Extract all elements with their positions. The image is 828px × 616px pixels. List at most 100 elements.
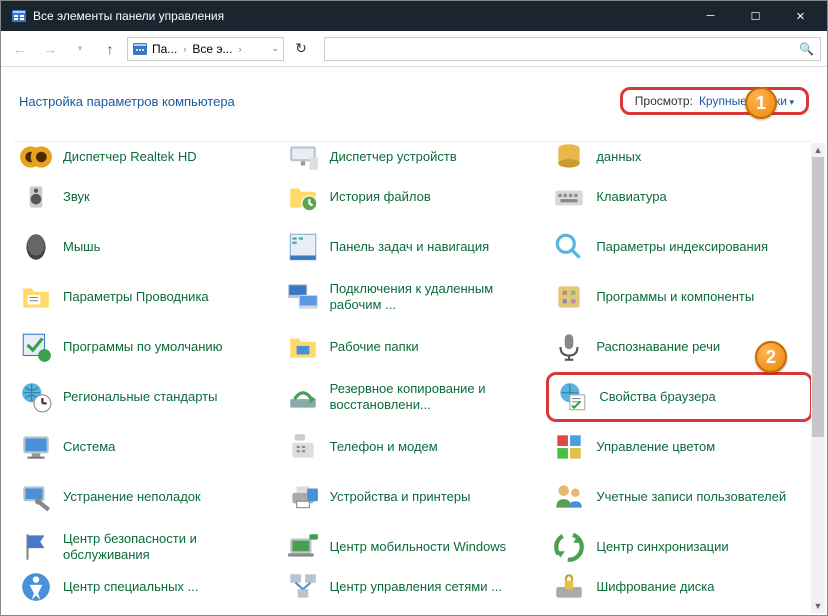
item-file-history[interactable]: История файлов [280,172,547,222]
item-indexing[interactable]: Параметры индексирования [546,222,813,272]
item-work-folders[interactable]: Рабочие папки [280,322,547,372]
item-label: Региональные стандарты [63,389,217,405]
phone-modem-icon [286,430,320,464]
realtek-icon [19,141,53,174]
item-realtek[interactable]: Диспетчер Realtek HD [13,142,280,172]
item-remote-desktop[interactable]: Подключения к удаленным рабочим ... [280,272,547,322]
maximize-button[interactable]: ☐ [733,1,778,31]
device-manager-icon [286,141,320,174]
item-programs[interactable]: Программы и компоненты [546,272,813,322]
sync-icon [552,530,586,564]
item-security-center[interactable]: Центр безопасности и обслуживания [13,522,280,572]
item-label: Центр специальных ... [63,579,198,595]
scroll-down-icon[interactable]: ▼ [811,599,825,613]
item-network-center[interactable]: Центр управления сетями ... [280,572,547,602]
system-icon [19,430,53,464]
speaker-icon [19,180,53,214]
color-icon [552,430,586,464]
item-region[interactable]: Региональные стандарты [13,372,280,422]
content-header: Настройка параметров компьютера Просмотр… [1,67,827,125]
items-pane: Диспетчер Realtek HD Диспетчер устройств… [13,141,813,613]
item-label: История файлов [330,189,431,205]
mouse-icon [19,230,53,264]
minimize-button[interactable]: ─ [688,1,733,31]
item-label: Программы по умолчанию [63,339,222,355]
item-explorer-options[interactable]: Параметры Проводника [13,272,280,322]
item-label: Учетные записи пользователей [596,489,786,505]
page-title: Настройка параметров компьютера [19,94,235,109]
item-label: Диспетчер устройств [330,149,457,165]
chevron-right-icon: › [181,44,188,54]
item-default-programs[interactable]: Программы по умолчанию [13,322,280,372]
item-mobility-center[interactable]: Центр мобильности Windows [280,522,547,572]
item-label: Параметры Проводника [63,289,209,305]
scroll-up-icon[interactable]: ▲ [811,143,825,157]
scrollbar[interactable]: ▲ ▼ [811,143,825,613]
network-icon [286,570,320,604]
refresh-button[interactable]: ↻ [288,36,314,62]
view-by-dropdown[interactable]: Просмотр: Крупные значки [620,87,809,115]
item-color-management[interactable]: Управление цветом [546,422,813,472]
mobility-icon [286,530,320,564]
breadcrumb[interactable]: Па... › Все э... › ⌄ [127,37,284,61]
item-sound[interactable]: Звук [13,172,280,222]
item-accessibility[interactable]: Центр специальных ... [13,572,280,602]
internet-options-icon [555,380,589,414]
item-label: Мышь [63,239,100,255]
control-panel-icon [132,41,148,57]
backup-icon [286,380,320,414]
viewby-label: Просмотр: [635,94,693,108]
accessibility-icon [19,570,53,604]
work-folders-icon [286,330,320,364]
window-title: Все элементы панели управления [33,9,688,23]
item-label: Рабочие папки [330,339,419,355]
remote-desktop-icon [286,280,320,314]
navbar: ← → ▾ ↑ Па... › Все э... › ⌄ ↻ 🔍 [1,31,827,67]
database-icon [552,141,586,174]
search-icon: 🔍 [799,42,814,56]
item-label: Свойства браузера [599,389,715,405]
back-button[interactable]: ← [7,36,33,62]
up-button[interactable]: ↑ [97,36,123,62]
crumb-2[interactable]: Все э... [192,42,232,56]
item-user-accounts[interactable]: Учетные записи пользователей [546,472,813,522]
programs-icon [552,280,586,314]
item-bitlocker[interactable]: Шифрование диска [546,572,813,602]
item-system[interactable]: Система [13,422,280,472]
scroll-thumb[interactable] [812,157,824,437]
recent-dropdown[interactable]: ▾ [67,36,93,62]
search-input[interactable]: 🔍 [324,37,821,61]
microphone-icon [552,330,586,364]
crumb-1[interactable]: Па... [152,42,177,56]
printer-icon [286,480,320,514]
item-label: Звук [63,189,90,205]
keyboard-icon [552,180,586,214]
item-internet-options[interactable]: Свойства браузера [546,372,813,422]
item-label: Диспетчер Realtek HD [63,149,197,165]
close-button[interactable]: ✕ [778,1,823,31]
folder-history-icon [286,180,320,214]
item-sync-center[interactable]: Центр синхронизации [546,522,813,572]
annotation-badge-1: 1 [745,87,777,119]
folder-options-icon [19,280,53,314]
item-phone-modem[interactable]: Телефон и модем [280,422,547,472]
default-programs-icon [19,330,53,364]
item-device-manager[interactable]: Диспетчер устройств [280,142,547,172]
item-mouse[interactable]: Мышь [13,222,280,272]
taskbar-icon [286,230,320,264]
item-label: Клавиатура [596,189,666,205]
item-taskbar[interactable]: Панель задач и навигация [280,222,547,272]
item-label: Резервное копирование и восстановлени... [330,381,541,412]
lock-drive-icon [552,570,586,604]
item-keyboard[interactable]: Клавиатура [546,172,813,222]
forward-button[interactable]: → [37,36,63,62]
item-data[interactable]: данных [546,142,813,172]
item-backup[interactable]: Резервное копирование и восстановлени... [280,372,547,422]
item-troubleshooting[interactable]: Устранение неполадок [13,472,280,522]
item-devices-printers[interactable]: Устройства и принтеры [280,472,547,522]
troubleshoot-icon [19,480,53,514]
address-dropdown-icon[interactable]: ⌄ [271,43,279,54]
search-index-icon [552,230,586,264]
titlebar: Все элементы панели управления ─ ☐ ✕ [1,1,827,31]
control-panel-icon [11,8,27,24]
